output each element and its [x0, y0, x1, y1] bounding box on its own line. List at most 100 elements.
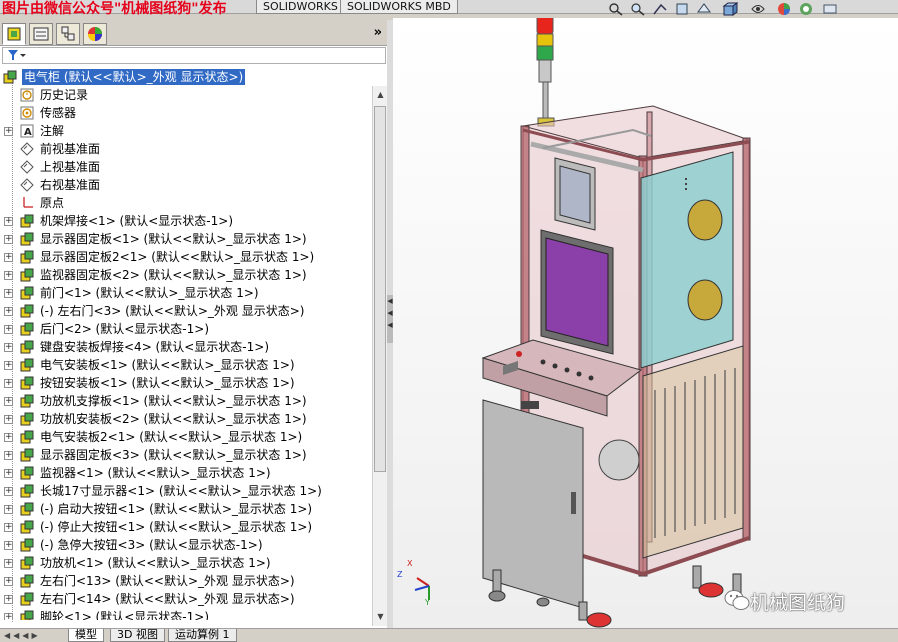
triad-y-label: Y [425, 598, 430, 607]
tree-item[interactable]: + (-) 停止大按钮<1> (默认<<默认>_显示状态 1>) [0, 518, 372, 536]
part-icon [20, 412, 34, 426]
expand-plus-icon[interactable]: + [4, 379, 13, 388]
tree-item[interactable]: + 后门<2> (默认<显示状态-1>) [0, 320, 372, 338]
expand-plus-icon[interactable]: + [4, 307, 13, 316]
tab-model[interactable]: 模型 [68, 629, 104, 642]
expand-plus-icon[interactable]: + [4, 271, 13, 280]
tree-item[interactable]: + (-) 启动大按钮<1> (默认<<默认>_显示状态 1>) [0, 500, 372, 518]
dynamic-annotation-icon[interactable] [696, 2, 712, 16]
expand-plus-icon[interactable]: + [4, 397, 13, 406]
zoom-to-fit-icon[interactable] [608, 2, 624, 16]
section-view-icon[interactable] [674, 2, 690, 16]
tree-item[interactable]: 上视基准面 [0, 158, 372, 176]
tree-item[interactable]: 传感器 [0, 104, 372, 122]
tree-item-label: 前门<1> (默认<<默认>_显示状态 1>) [40, 286, 259, 300]
tree-item[interactable]: + (-) 左右门<3> (默认<<默认>_外观 显示状态>) [0, 302, 372, 320]
tab-feature-manager[interactable] [2, 23, 26, 45]
tree-item[interactable]: + 脚轮<1> (默认<显示状态-1>) [0, 608, 372, 620]
tree-root-label: 电气柜 (默认<<默认>_外观 显示状态>) [22, 69, 246, 85]
expand-plus-icon[interactable]: + [4, 343, 13, 352]
filter-icon[interactable] [6, 48, 28, 63]
expand-plus-icon[interactable]: + [4, 523, 13, 532]
tree-item[interactable]: + 键盘安装板焊接<4> (默认<显示状态-1>) [0, 338, 372, 356]
expand-plus-icon[interactable]: + [4, 541, 13, 550]
expand-plus-icon[interactable]: + [4, 361, 13, 370]
assembly-icon [3, 70, 17, 84]
equipment-rack [642, 345, 744, 559]
tree-item-label: 监视器<1> (默认<<默认>_显示状态 1>) [40, 466, 271, 480]
tab-display-manager[interactable] [83, 23, 107, 45]
part-icon [20, 394, 34, 408]
tab-motion-study[interactable]: 运动算例 1 [168, 629, 237, 642]
zoom-area-icon[interactable] [630, 2, 646, 16]
apply-scene-icon[interactable] [822, 2, 838, 16]
triad-x-label: X [407, 559, 413, 568]
plane-icon [20, 142, 34, 156]
expand-plus-icon[interactable]: + [4, 595, 13, 604]
scroll-up-arrow[interactable]: ▲ [373, 88, 388, 102]
edit-appearance-icon[interactable] [798, 2, 814, 16]
tree-item[interactable]: 前视基准面 [0, 140, 372, 158]
expand-plus-icon[interactable]: + [4, 577, 13, 586]
tree-item[interactable]: + 左右门<13> (默认<<默认>_外观 显示状态>) [0, 572, 372, 590]
expand-plus-icon[interactable]: + [4, 253, 13, 262]
small-monitor [554, 157, 596, 231]
tree-item[interactable]: + 监视器固定板<2> (默认<<默认>_显示状态 1>) [0, 266, 372, 284]
tree-item[interactable]: + 按钮安装板<1> (默认<<默认>_显示状态 1>) [0, 374, 372, 392]
tree-item[interactable]: + 长城17寸显示器<1> (默认<<默认>_显示状态 1>) [0, 482, 372, 500]
cabinet-3d-model [393, 9, 898, 628]
expand-plus-icon[interactable]: + [4, 415, 13, 424]
tree-item[interactable]: + 功放机<1> (默认<<默认>_显示状态 1>) [0, 554, 372, 572]
part-icon [20, 340, 34, 354]
tab-3d-view[interactable]: 3D 视图 [110, 629, 165, 642]
expand-plus-icon[interactable]: + [4, 559, 13, 568]
previous-view-icon[interactable] [652, 2, 668, 16]
expand-plus-icon[interactable]: + [4, 433, 13, 442]
display-style-icon[interactable] [750, 2, 766, 16]
panel-collapse-chevron[interactable]: » [374, 25, 382, 40]
tree-root-assembly[interactable]: 电气柜 (默认<<默认>_外观 显示状态>) [0, 68, 372, 86]
part-icon [20, 574, 34, 588]
expand-plus-icon[interactable]: + [4, 289, 13, 298]
tree-item[interactable]: + 监视器<1> (默认<<默认>_显示状态 1>) [0, 464, 372, 482]
tree-item[interactable]: + 电气安装板<1> (默认<<默认>_显示状态 1>) [0, 356, 372, 374]
tree-item[interactable]: 右视基准面 [0, 176, 372, 194]
part-icon [20, 556, 34, 570]
tree-item[interactable]: + 功放机安装板<2> (默认<<默认>_显示状态 1>) [0, 410, 372, 428]
graphics-viewport[interactable]: X Y Z [393, 9, 898, 628]
tree-item[interactable]: + 机架焊接<1> (默认<显示状态-1>) [0, 212, 372, 230]
expand-plus-icon[interactable]: + [4, 235, 13, 244]
expand-plus-icon[interactable]: + [4, 127, 13, 136]
view-orientation-icon[interactable] [722, 2, 738, 16]
expand-plus-icon[interactable]: + [4, 613, 13, 620]
tree-item[interactable]: + 前门<1> (默认<<默认>_显示状态 1>) [0, 284, 372, 302]
tree-item[interactable]: + 电气安装板2<1> (默认<<默认>_显示状态 1>) [0, 428, 372, 446]
scroll-down-arrow[interactable]: ▼ [373, 610, 388, 624]
tree-vertical-scrollbar[interactable]: ▲ ▼ [372, 86, 387, 626]
tab-solidworks-mbd[interactable]: SOLIDWORKS MBD [340, 0, 458, 14]
expand-plus-icon[interactable]: + [4, 487, 13, 496]
tree-item[interactable]: + 功放机支撑板<1> (默认<<默认>_显示状态 1>) [0, 392, 372, 410]
hide-show-items-icon[interactable] [776, 2, 792, 16]
expand-plus-icon[interactable]: + [4, 505, 13, 514]
tree-item[interactable]: + 显示器固定板<3> (默认<<默认>_显示状态 1>) [0, 446, 372, 464]
tab-configuration-manager[interactable] [56, 23, 80, 45]
tree-filter-bar[interactable] [2, 47, 386, 64]
tree-item[interactable]: 原点 [0, 194, 372, 212]
part-icon [20, 466, 34, 480]
tree-item[interactable]: + 显示器固定板<1> (默认<<默认>_显示状态 1>) [0, 230, 372, 248]
tree-item-label: 机架焊接<1> (默认<显示状态-1>) [40, 214, 233, 228]
expand-plus-icon[interactable]: + [4, 325, 13, 334]
tree-item[interactable]: 历史记录 [0, 86, 372, 104]
scroll-thumb[interactable] [374, 106, 386, 472]
tab-nav-arrows-icon[interactable]: ◀◀◀▶ [4, 631, 41, 640]
tree-item[interactable]: + 显示器固定板2<1> (默认<<默认>_显示状态 1>) [0, 248, 372, 266]
tree-item[interactable]: + A 注解 [0, 122, 372, 140]
tree-item[interactable]: + (-) 急停大按钮<3> (默认<显示状态-1>) [0, 536, 372, 554]
tree-item[interactable]: + 左右门<14> (默认<<默认>_外观 显示状态>) [0, 590, 372, 608]
tab-property-manager[interactable] [29, 23, 53, 45]
expand-plus-icon[interactable]: + [4, 451, 13, 460]
side-door-panel [640, 151, 734, 369]
expand-plus-icon[interactable]: + [4, 217, 13, 226]
expand-plus-icon[interactable]: + [4, 469, 13, 478]
